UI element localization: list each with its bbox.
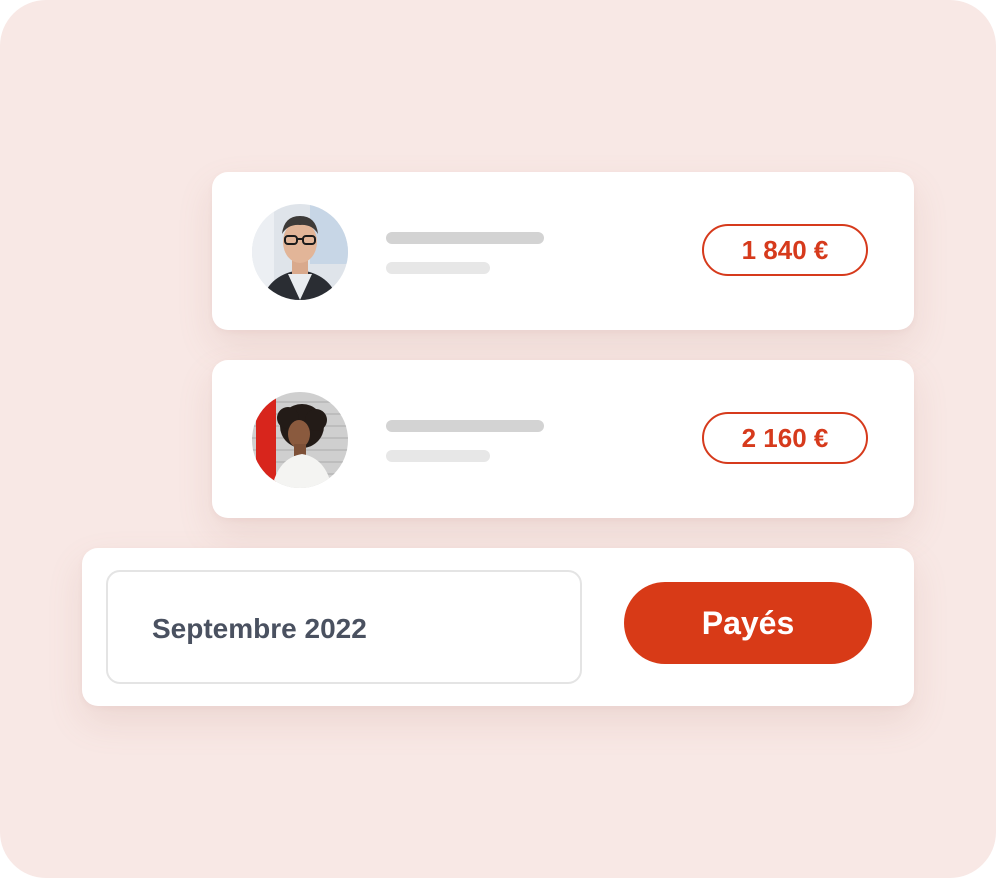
filter-bar: Septembre 2022 Payés [82,548,914,706]
payment-row[interactable]: 2 160 € [212,360,914,518]
detail-placeholder-line [386,262,490,274]
name-placeholder-line [386,232,544,244]
avatar [252,204,348,300]
amount-badge[interactable]: 1 840 € [702,224,868,276]
month-select-field[interactable]: Septembre 2022 [106,570,582,684]
paid-filter-button[interactable]: Payés [624,582,872,664]
name-placeholder-line [386,420,544,432]
avatar [252,392,348,488]
background-panel: 1 840 € 2 160 € Septembre 2022 Payés [0,0,996,878]
month-value: Septembre 2022 [152,613,367,644]
payment-row[interactable]: 1 840 € [212,172,914,330]
amount-badge[interactable]: 2 160 € [702,412,868,464]
detail-placeholder-line [386,450,490,462]
